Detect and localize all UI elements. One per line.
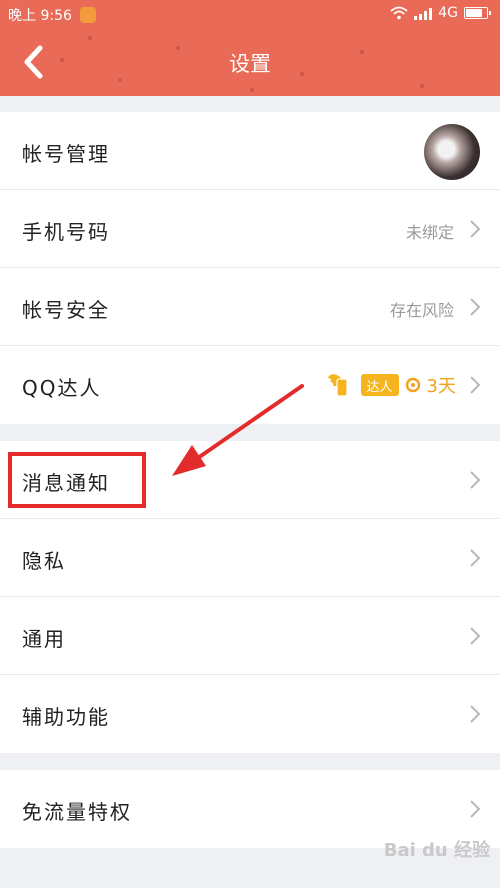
status-bar: 晚上 9:56 4G — [0, 0, 500, 28]
wifi-icon — [390, 6, 408, 20]
row-privacy[interactable]: 隐私 — [0, 519, 500, 597]
chevron-right-icon — [470, 705, 481, 723]
settings-group-account: 帐号管理 手机号码 未绑定 帐号安全 存在风险 QQ达人 达人 3天 — [0, 112, 500, 424]
daren-wing-icon — [327, 374, 348, 397]
row-accessibility[interactable]: 辅助功能 — [0, 675, 500, 753]
row-qq-daren[interactable]: QQ达人 达人 3天 — [0, 346, 500, 424]
row-account-management[interactable]: 帐号管理 — [0, 112, 500, 190]
chevron-right-icon — [470, 298, 481, 316]
chevron-right-icon — [470, 471, 481, 489]
row-label: 辅助功能 — [22, 705, 110, 729]
signal-icon — [414, 7, 433, 20]
battery-icon — [464, 7, 491, 19]
row-label: 帐号安全 — [22, 298, 110, 322]
row-label: 免流量特权 — [22, 800, 132, 824]
row-phone-number[interactable]: 手机号码 未绑定 — [0, 190, 500, 268]
row-value: 存在风险 — [389, 301, 454, 320]
row-account-security[interactable]: 帐号安全 存在风险 — [0, 268, 500, 346]
network-type: 4G — [438, 5, 458, 21]
row-label: 通用 — [22, 627, 66, 651]
notification-icon — [79, 7, 96, 23]
row-label: 隐私 — [22, 549, 66, 573]
chevron-right-icon — [470, 627, 481, 645]
daren-days: 3天 — [426, 376, 456, 397]
chevron-right-icon — [470, 549, 481, 567]
sun-icon — [405, 377, 420, 393]
chevron-right-icon — [470, 376, 481, 394]
highlight-box — [8, 452, 146, 508]
row-label: QQ达人 — [22, 376, 102, 400]
status-time: 晚上 9:56 — [8, 8, 72, 24]
row-label: 帐号管理 — [22, 142, 110, 166]
row-general[interactable]: 通用 — [0, 597, 500, 675]
chevron-right-icon — [470, 800, 481, 818]
page-title: 设置 — [229, 52, 271, 76]
chevron-right-icon — [470, 220, 481, 238]
watermark: Bai du 经验 — [383, 840, 490, 861]
daren-badge: 达人 — [360, 374, 399, 396]
row-value: 未绑定 — [405, 223, 454, 242]
row-label: 手机号码 — [22, 220, 110, 244]
header-bar: 设置 — [0, 28, 500, 96]
avatar[interactable] — [424, 124, 480, 180]
